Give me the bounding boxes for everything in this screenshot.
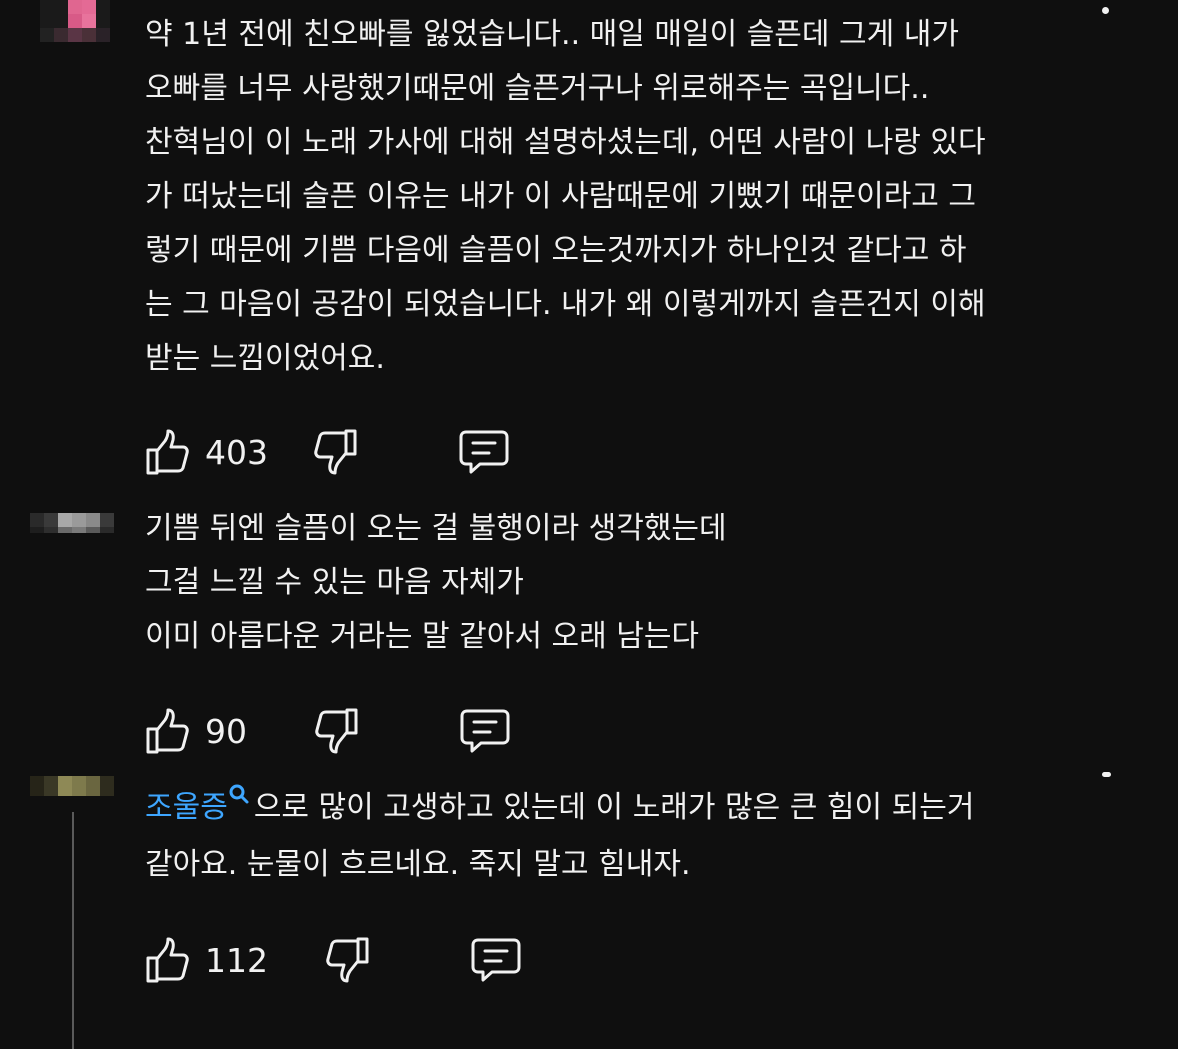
comment-line: 그걸 느낄 수 있는 마음 자체가 <box>145 565 524 600</box>
thumbs-up-icon <box>146 937 189 983</box>
more-vertical-icon[interactable] <box>1102 7 1109 14</box>
comment-actions: 403 <box>145 426 510 478</box>
like-count: 112 <box>205 940 268 980</box>
like-button[interactable]: 403 <box>145 428 268 476</box>
thumbs-up-icon <box>146 429 189 475</box>
thread-line <box>72 812 74 1049</box>
comment-line: 약 1년 전에 친오빠를 잃었습니다.. 매일 매일이 슬픈데 그게 내가 <box>145 17 959 52</box>
comment-line: 는 그 마음이 공감이 되었습니다. 내가 왜 이렇게까지 슬픈건지 이해 <box>145 287 986 322</box>
comment-text: 약 1년 전에 친오빠를 잃었습니다.. 매일 매일이 슬픈데 그게 내가 오빠… <box>145 8 1090 386</box>
avatar[interactable] <box>30 776 114 796</box>
comment-line: 받는 느낌이었어요. <box>145 341 385 376</box>
comment-line: 오빠를 너무 사랑했기때문에 슬픈거구나 위로해주는 곡입니다.. <box>145 71 930 106</box>
avatar[interactable] <box>30 513 114 533</box>
reply-button[interactable] <box>458 428 510 476</box>
comment-text: 기쁨 뒤엔 슬픔이 오는 걸 불행이라 생각했는데 그걸 느낄 수 있는 마음 … <box>145 502 1090 664</box>
dislike-button[interactable] <box>313 707 359 755</box>
comment-reply-icon <box>471 938 521 982</box>
thumbs-up-icon <box>146 708 189 754</box>
reply-button[interactable] <box>470 936 522 984</box>
comment-line: 같아요. 눈물이 흐르네요. 죽지 말고 힘내자. <box>145 847 691 882</box>
comment-actions: 90 <box>145 705 511 757</box>
thumbs-down-icon <box>315 708 358 754</box>
thumbs-down-icon <box>314 429 357 475</box>
comment-line-text: 으로 많이 고생하고 있는데 이 노래가 많은 큰 힘이 되는거 <box>253 790 975 825</box>
comment-line: 기쁨 뒤엔 슬픔이 오는 걸 불행이라 생각했는데 <box>145 511 727 546</box>
comment-line: 이미 아름다운 거라는 말 같아서 오래 남는다 <box>145 619 700 654</box>
comment-actions: 112 <box>145 934 522 986</box>
comment-reply-icon <box>460 709 510 753</box>
dislike-button[interactable] <box>324 936 370 984</box>
dislike-button[interactable] <box>312 428 358 476</box>
more-vertical-icon[interactable] <box>1102 772 1111 777</box>
comment-reply-icon <box>459 430 509 474</box>
thumbs-down-icon <box>326 937 369 983</box>
comment-line: 찬혁님이 이 노래 가사에 대해 설명하셨는데, 어떤 사람이 나랑 있다 <box>145 125 986 160</box>
like-button[interactable]: 112 <box>145 936 268 984</box>
comment-text: 조울증 으로 많이 고생하고 있는데 이 노래가 많은 큰 힘이 되는거 같아요.… <box>145 779 1090 893</box>
comment-line: 가 떠났는데 슬픈 이유는 내가 이 사람때문에 기뻤기 때문이라고 그 <box>145 179 977 214</box>
hashtag-link[interactable]: 조울증 <box>145 784 254 825</box>
search-icon <box>229 784 249 804</box>
like-count: 90 <box>205 711 247 751</box>
like-count: 403 <box>205 432 268 472</box>
avatar[interactable] <box>40 0 110 42</box>
reply-button[interactable] <box>459 707 511 755</box>
like-button[interactable]: 90 <box>145 707 247 755</box>
hashtag-text: 조울증 <box>145 790 228 825</box>
comment-line: 렇기 때문에 기쁨 다음에 슬픔이 오는것까지가 하나인것 같다고 하 <box>145 233 967 268</box>
comment-line: 조울증 으로 많이 고생하고 있는데 이 노래가 많은 큰 힘이 되는거 <box>145 779 1090 836</box>
